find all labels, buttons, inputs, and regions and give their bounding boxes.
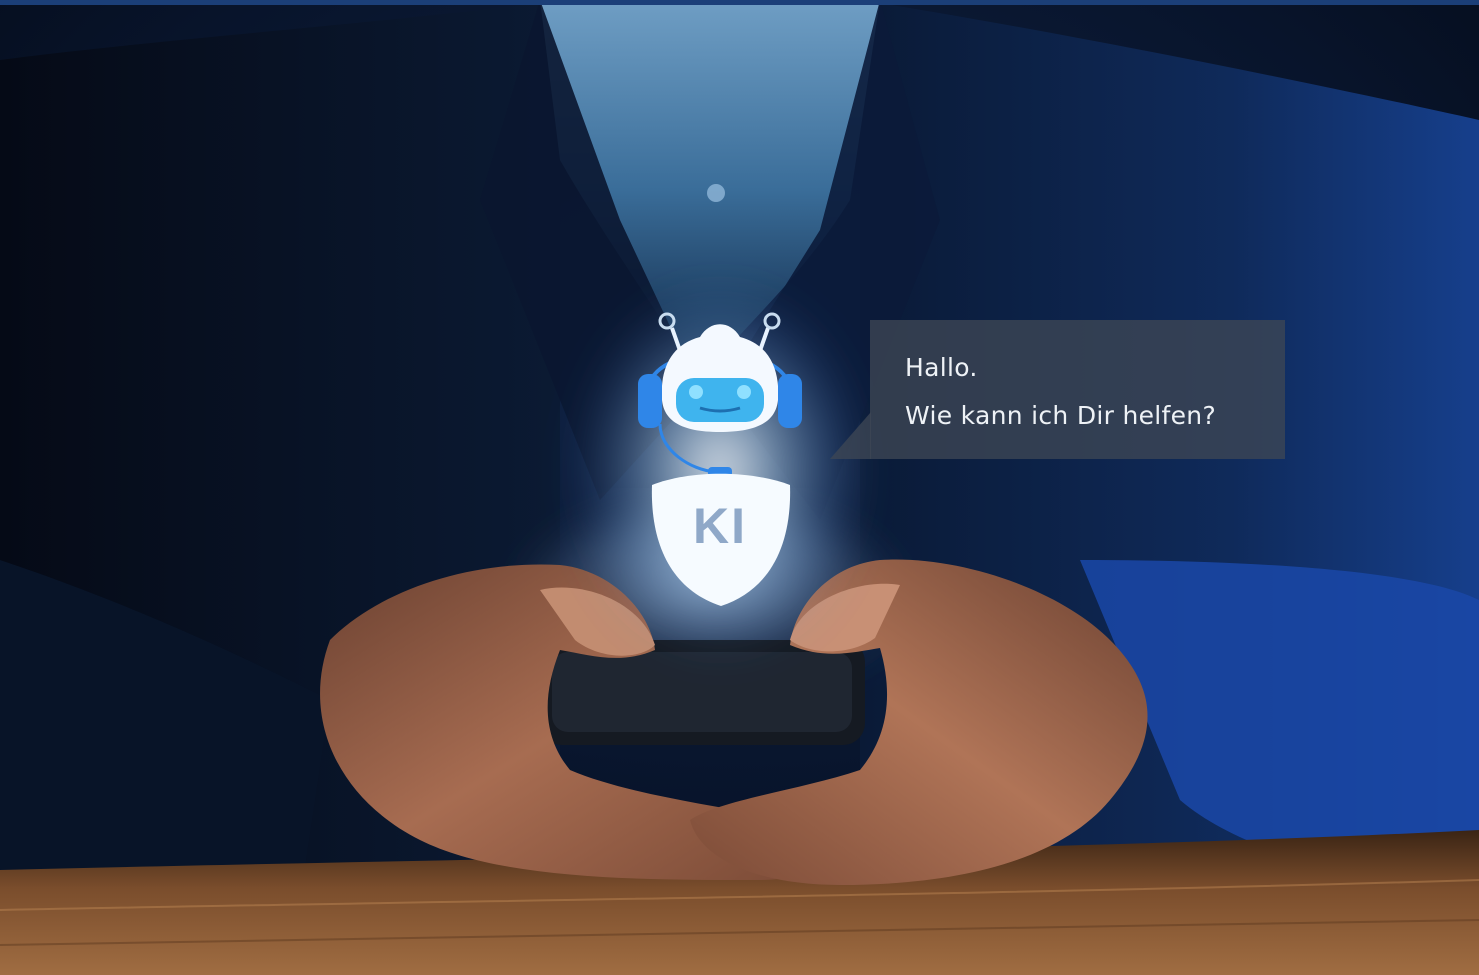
- scene-illustration: [0, 0, 1479, 975]
- scene-image: KI Hallo. Wie kann ich Dir helfen?: [0, 0, 1479, 975]
- speech-line-question: Wie kann ich Dir helfen?: [905, 401, 1217, 430]
- speech-bubble: Hallo. Wie kann ich Dir helfen?: [870, 320, 1285, 459]
- speech-bubble-tail: [830, 412, 871, 459]
- top-accent-bar: [0, 0, 1479, 5]
- ki-badge-text: KI: [693, 498, 747, 554]
- speech-line-greeting: Hallo.: [905, 353, 978, 382]
